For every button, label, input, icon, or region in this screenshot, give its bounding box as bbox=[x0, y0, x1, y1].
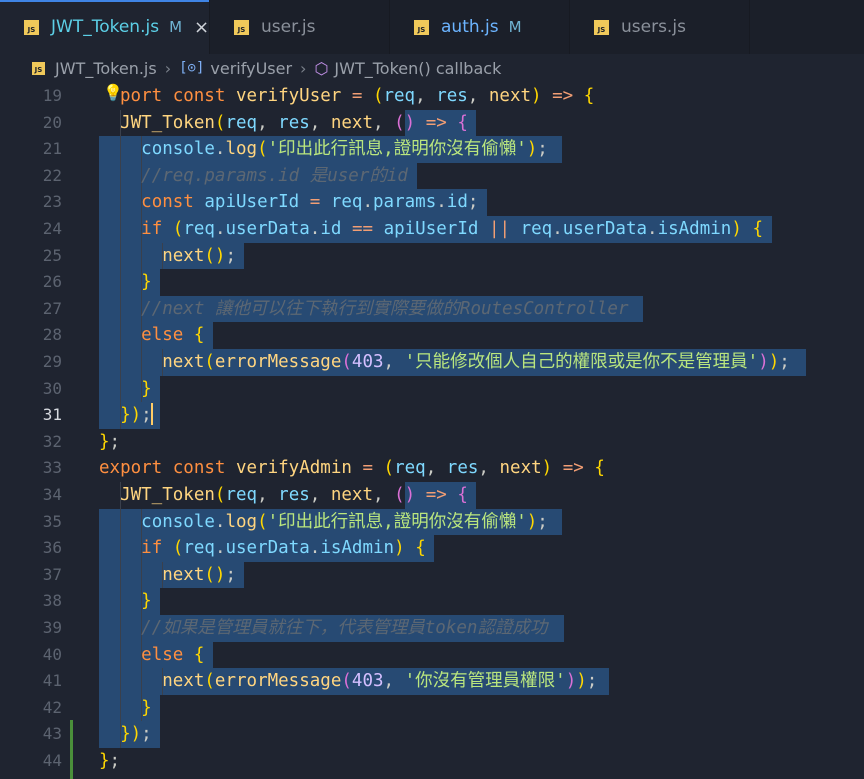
line-number: 33 bbox=[42, 458, 62, 478]
line-number: 35 bbox=[42, 511, 62, 531]
code-line[interactable]: next(); bbox=[99, 562, 236, 589]
code-line[interactable]: }; bbox=[99, 429, 120, 456]
tab-user[interactable]: JS user.js bbox=[210, 0, 390, 54]
code-line[interactable]: console.log('印出此行訊息,證明你沒有偷懶'); bbox=[99, 136, 548, 163]
tab-jwt-token[interactable]: JS JWT_Token.js M × bbox=[0, 0, 210, 54]
line-number: 27 bbox=[42, 298, 62, 318]
line-number: 28 bbox=[42, 325, 62, 345]
line-number: 41 bbox=[42, 671, 62, 691]
tab-label: user.js bbox=[261, 17, 316, 37]
code-editor[interactable]: 19 20 21 22 23 24 25 26 27 28 29 30 31 32 33 34 35 36 37 38… bbox=[0, 82, 864, 779]
close-icon[interactable]: × bbox=[194, 17, 209, 38]
text-cursor bbox=[151, 403, 153, 425]
line-number: 32 bbox=[42, 431, 62, 451]
line-number: 40 bbox=[42, 644, 62, 664]
line-number: 43 bbox=[42, 724, 62, 744]
js-file-icon: JS bbox=[414, 19, 429, 35]
code-line[interactable]: }); bbox=[99, 721, 152, 748]
line-number: 20 bbox=[42, 112, 62, 132]
line-number: 34 bbox=[42, 485, 62, 504]
code-line[interactable]: JWT_Token(req, res, next, () => { bbox=[99, 110, 468, 137]
chevron-right-icon: › bbox=[300, 58, 307, 78]
code-line[interactable]: port const verifyUser = (req, res, next)… bbox=[120, 83, 594, 110]
code-line[interactable]: console.log('印出此行訊息,證明你沒有偷懶'); bbox=[99, 509, 548, 536]
code-line[interactable]: next(errorMessage(403, '只能修改個人自己的權限或是你不是… bbox=[99, 349, 790, 376]
code-line[interactable]: //req.params.id 是user的id bbox=[99, 163, 408, 190]
code-line[interactable]: }); bbox=[99, 402, 152, 429]
line-number: 36 bbox=[42, 538, 62, 558]
symbol-method-cube-icon: ⬡ bbox=[314, 58, 329, 78]
modified-indicator: M bbox=[508, 18, 522, 36]
code-line[interactable]: } bbox=[99, 269, 152, 296]
line-number: 22 bbox=[42, 165, 62, 185]
code-line[interactable]: }; bbox=[99, 748, 120, 775]
code-line[interactable]: const apiUserId = req.params.id; bbox=[99, 189, 478, 216]
line-number: 39 bbox=[42, 618, 62, 637]
breadcrumb: JS JWT_Token.js › [⊙] verifyUser › ⬡ JWT… bbox=[0, 54, 864, 82]
line-number: 26 bbox=[42, 272, 62, 292]
line-number: 25 bbox=[42, 245, 62, 265]
breadcrumb-callback[interactable]: JWT_Token() callback bbox=[334, 59, 501, 78]
line-number: 44 bbox=[42, 751, 62, 770]
code-line[interactable]: next(); bbox=[99, 243, 236, 270]
line-number: 42 bbox=[42, 697, 62, 717]
line-number: 21 bbox=[42, 139, 62, 159]
code-line[interactable]: JWT_Token(req, res, next, () => { bbox=[99, 482, 468, 509]
line-number: 24 bbox=[42, 219, 62, 238]
chevron-right-icon: › bbox=[164, 58, 172, 78]
line-number: 38 bbox=[42, 591, 62, 611]
code-line[interactable]: } bbox=[99, 695, 152, 722]
line-number: 29 bbox=[42, 352, 62, 371]
code-line[interactable]: //next 讓他可以往下執行到實際要做的RoutesController bbox=[99, 296, 628, 323]
tab-label: JWT_Token.js bbox=[51, 17, 160, 37]
line-number: 30 bbox=[42, 378, 62, 398]
js-file-icon: JS bbox=[234, 19, 249, 35]
line-number: 23 bbox=[42, 192, 62, 212]
git-added-indicator bbox=[70, 720, 73, 779]
code-line[interactable]: if (req.userData.isAdmin) { bbox=[99, 535, 426, 562]
code-line[interactable]: if (req.userData.id == apiUserId || req.… bbox=[99, 216, 763, 243]
code-line[interactable]: else { bbox=[99, 322, 204, 349]
code-line[interactable]: else { bbox=[99, 642, 204, 669]
js-file-icon: JS bbox=[594, 19, 609, 35]
symbol-variable-icon: [⊙] bbox=[179, 60, 205, 76]
js-file-icon: JS bbox=[24, 19, 39, 35]
code-line[interactable]: } bbox=[99, 588, 152, 615]
breadcrumb-file[interactable]: JWT_Token.js bbox=[55, 59, 157, 78]
breadcrumb-symbol[interactable]: verifyUser bbox=[210, 59, 292, 78]
tab-label: auth.js bbox=[441, 17, 499, 37]
lightbulb-icon[interactable]: 💡 bbox=[103, 83, 123, 102]
code-line[interactable]: export const verifyAdmin = (req, res, ne… bbox=[99, 455, 605, 482]
editor-tab-bar: JS JWT_Token.js M × JS user.js JS auth.j… bbox=[0, 0, 864, 54]
code-line[interactable]: next(errorMessage(403, '你沒有管理員權限')); bbox=[99, 668, 597, 695]
line-number: 31 bbox=[42, 405, 62, 425]
modified-indicator: M bbox=[169, 18, 183, 36]
tab-auth[interactable]: JS auth.js M bbox=[390, 0, 570, 54]
js-file-icon: JS bbox=[32, 61, 45, 75]
code-line[interactable]: //如果是管理員就往下，代表管理員token認證成功 bbox=[99, 615, 547, 642]
line-number: 19 bbox=[42, 86, 62, 105]
tab-users[interactable]: JS users.js bbox=[570, 0, 750, 54]
tab-label: users.js bbox=[621, 17, 686, 37]
code-line[interactable]: } bbox=[99, 376, 152, 403]
line-number: 37 bbox=[42, 564, 62, 584]
